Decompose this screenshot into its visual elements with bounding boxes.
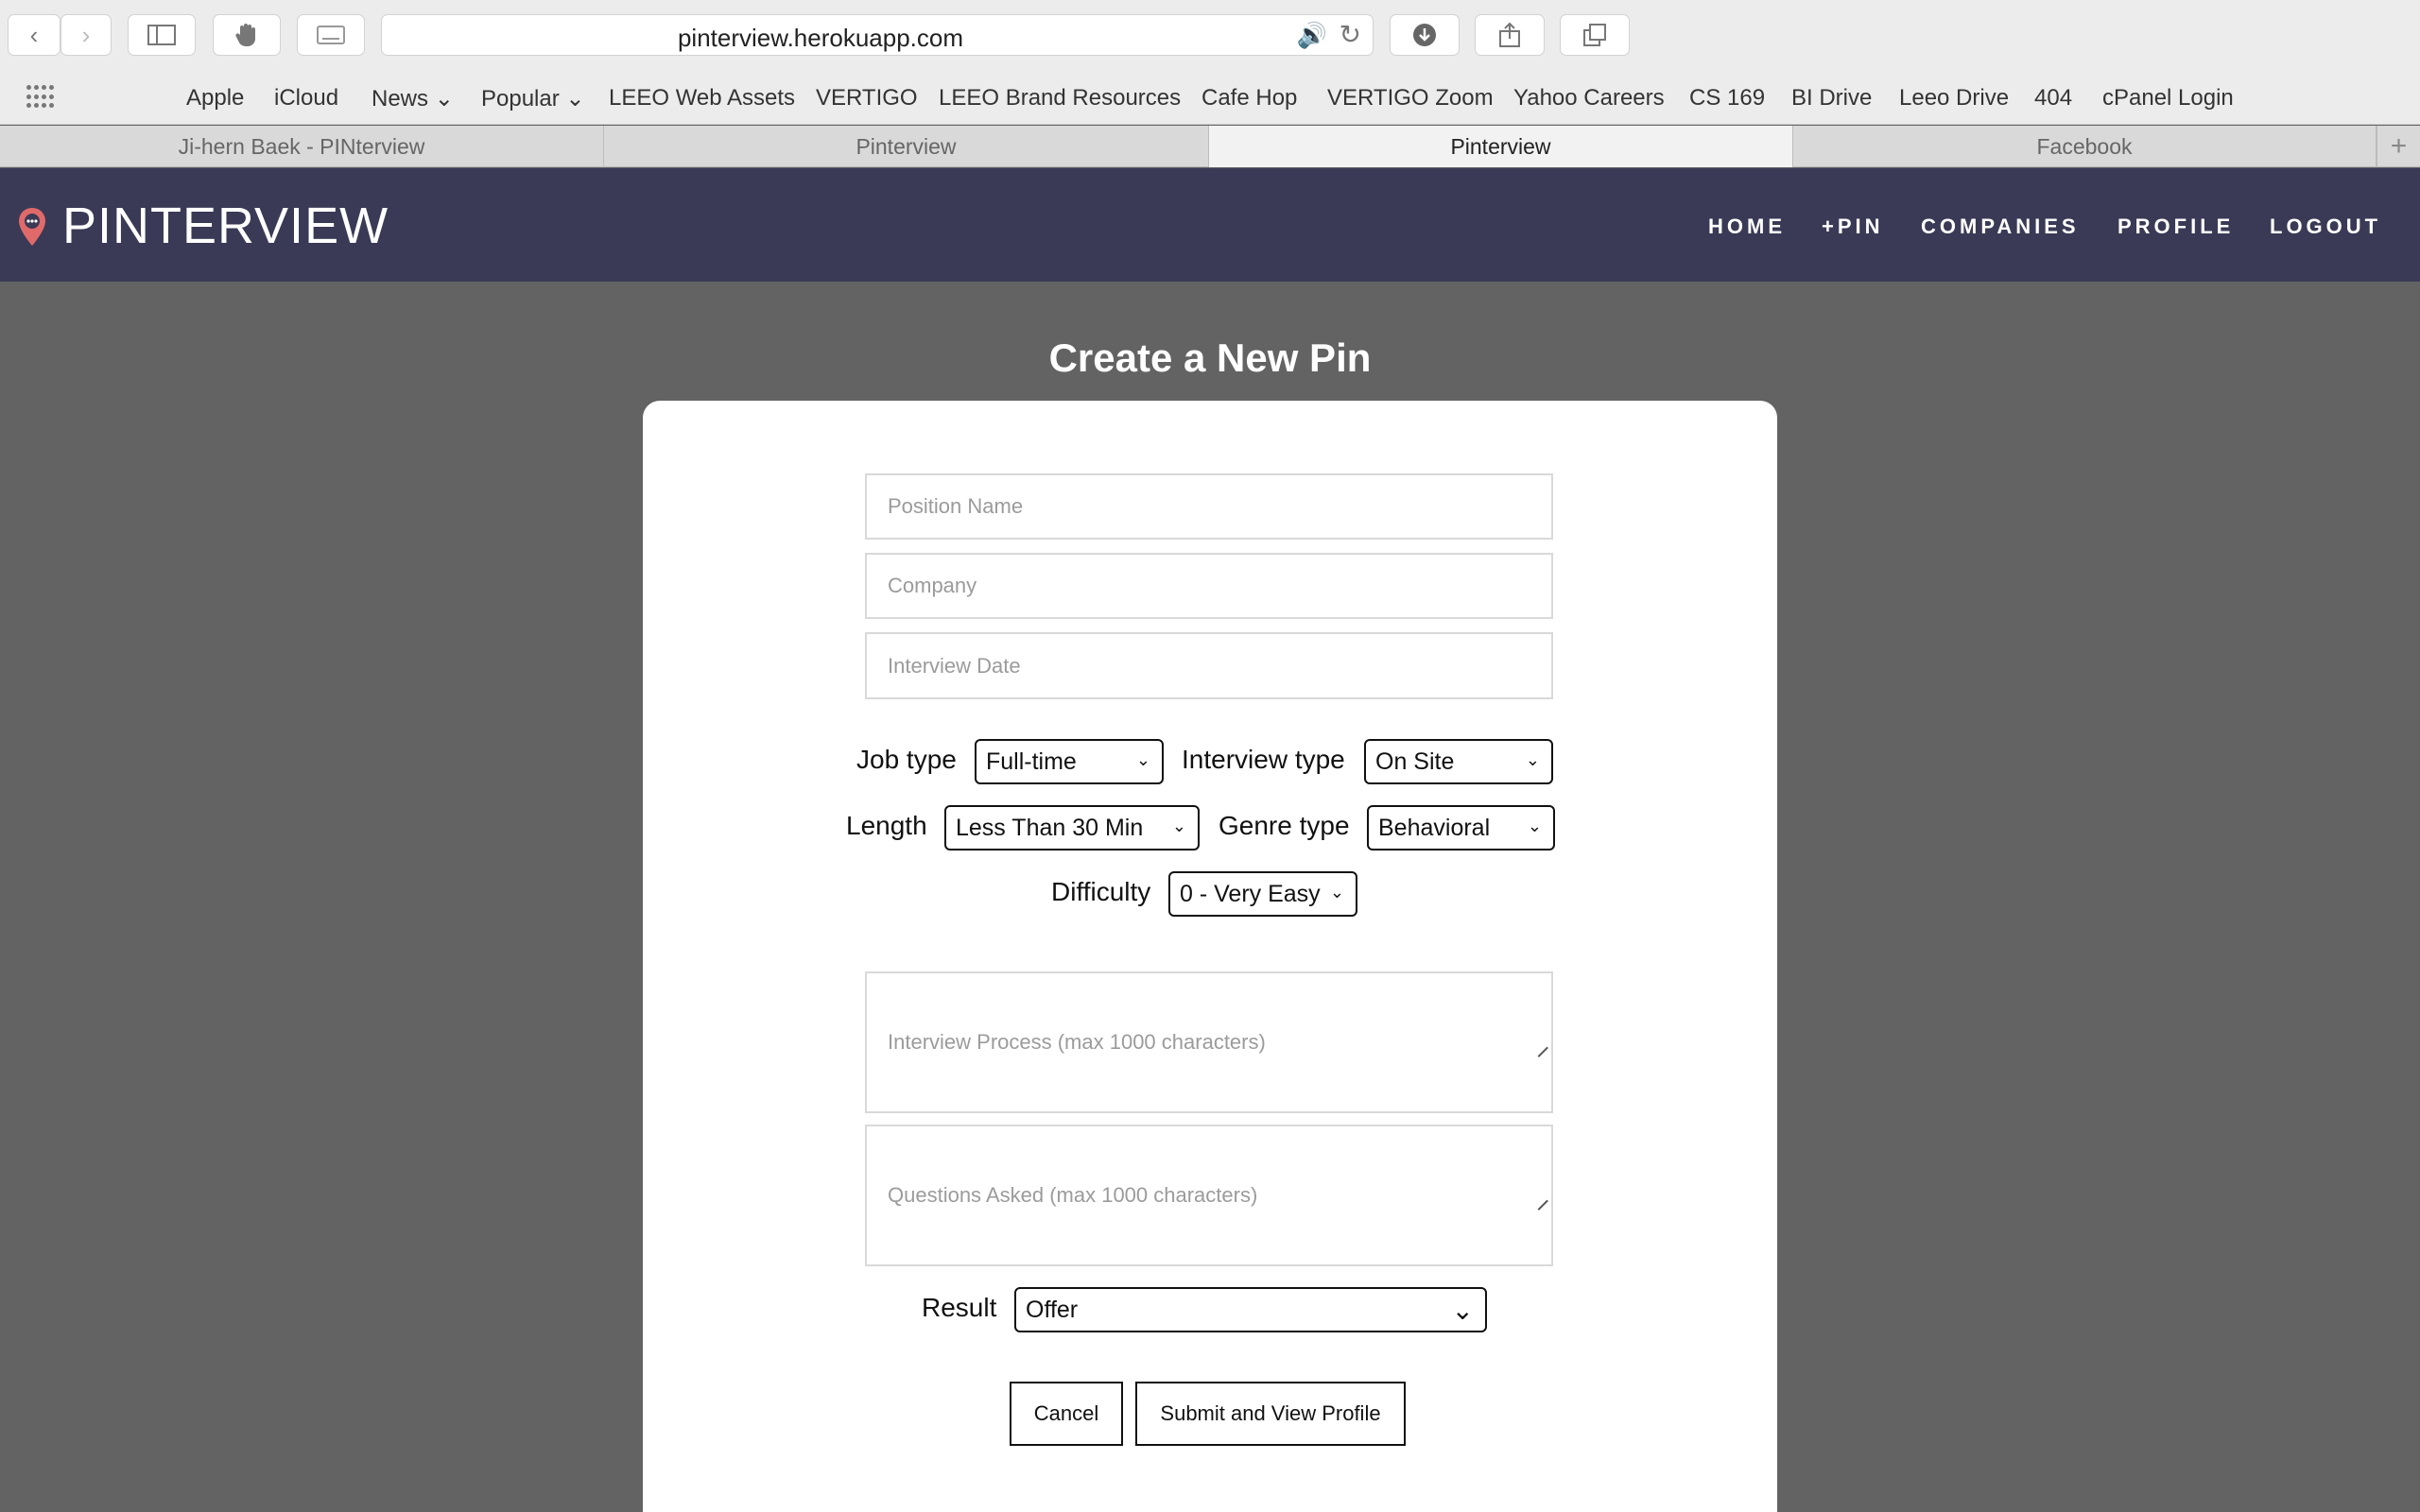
job-type-value: Full-time	[986, 747, 1077, 775]
nav-profile[interactable]: PROFILE	[2118, 215, 2234, 239]
speaker-icon[interactable]: 🔊	[1297, 21, 1327, 50]
difficulty-label: Difficulty	[1051, 877, 1151, 906]
interview-process-placeholder: Interview Process (max 1000 characters)	[888, 1030, 1266, 1054]
site-navbar: PINTERVIEW HOME +PIN COMPANIES PROFILE L…	[0, 168, 2420, 282]
new-tab-icon[interactable]: +	[2377, 126, 2420, 167]
position-name-input[interactable]: Position Name	[865, 473, 1553, 540]
chevron-down-icon: ⌄	[1329, 883, 1344, 902]
nav-logout[interactable]: LOGOUT	[2270, 215, 2381, 239]
bookmark-item[interactable]: cPanel Login	[2102, 85, 2234, 112]
difficulty-value: 0 - Very Easy	[1180, 880, 1321, 907]
chevron-down-icon: ⌄	[434, 86, 454, 112]
chevron-down-icon: ⌄	[1171, 816, 1186, 835]
page-title: Create a New Pin	[1048, 335, 1372, 380]
interview-type-select[interactable]: On Site ⌄	[1364, 739, 1553, 784]
length-value: Less Than 30 Min	[956, 814, 1144, 841]
company-input[interactable]: Company	[865, 553, 1553, 619]
bookmark-item[interactable]: 404	[2034, 85, 2072, 112]
map-pin-icon	[17, 206, 47, 252]
tabs-overview-icon[interactable]	[1560, 14, 1630, 56]
length-select[interactable]: Less Than 30 Min ⌄	[944, 805, 1200, 850]
interview-date-input[interactable]: Interview Date	[865, 632, 1553, 699]
apps-grid-icon[interactable]	[26, 85, 55, 110]
resize-handle-icon[interactable]	[1530, 1039, 1548, 1057]
submit-button[interactable]: Submit and View Profile	[1135, 1382, 1406, 1446]
result-value: Offer	[1026, 1296, 1079, 1323]
nav-home[interactable]: HOME	[1708, 215, 1786, 239]
site-logo[interactable]: PINTERVIEW	[62, 197, 389, 255]
bookmark-label: Popular	[481, 86, 560, 112]
bookmark-item[interactable]: Leeo Drive	[1899, 85, 2009, 112]
hand-icon[interactable]	[213, 14, 281, 56]
questions-asked-textarea[interactable]: Questions Asked (max 1000 characters)	[865, 1125, 1553, 1266]
bookmark-item[interactable]: LEEO Web Assets	[609, 85, 795, 112]
bookmark-item[interactable]: Popular ⌄	[481, 85, 585, 112]
result-label: Result	[922, 1293, 997, 1322]
bookmark-item[interactable]: Cafe Hop	[1201, 85, 1297, 112]
genre-type-value: Behavioral	[1378, 814, 1491, 841]
job-type-label: Job type	[856, 745, 957, 774]
bookmark-item[interactable]: LEEO Brand Resources	[939, 85, 1181, 112]
bookmark-item[interactable]: BI Drive	[1791, 85, 1872, 112]
url-text: pinterview.herokuapp.com	[677, 24, 964, 52]
download-icon[interactable]	[1390, 14, 1460, 56]
chevron-down-icon: ⌄	[565, 86, 585, 112]
chevron-down-icon: ⌄	[1135, 750, 1150, 769]
forward-icon[interactable]: ›	[60, 14, 112, 56]
chevron-down-icon: ⌄	[1525, 750, 1540, 769]
share-icon[interactable]	[1475, 14, 1545, 56]
genre-type-label: Genre type	[1219, 811, 1350, 840]
cancel-button[interactable]: Cancel	[1010, 1382, 1123, 1446]
interview-type-label: Interview type	[1182, 745, 1345, 774]
length-label: Length	[846, 811, 927, 840]
interview-type-value: On Site	[1375, 747, 1455, 775]
sidebar-icon[interactable]	[128, 14, 196, 56]
bookmark-item[interactable]: News ⌄	[372, 85, 454, 112]
genre-type-select[interactable]: Behavioral ⌄	[1367, 805, 1555, 850]
result-select[interactable]: Offer ⌄	[1014, 1287, 1487, 1332]
nav-add-pin[interactable]: +PIN	[1822, 215, 1884, 239]
address-bar[interactable]: pinterview.herokuapp.com 🔊 ↻	[381, 14, 1374, 56]
bookmark-item[interactable]: Apple	[186, 85, 244, 112]
interview-process-textarea[interactable]: Interview Process (max 1000 characters)	[865, 971, 1553, 1113]
bookmark-item[interactable]: CS 169	[1689, 85, 1765, 112]
back-icon[interactable]: ‹	[8, 14, 60, 56]
questions-asked-placeholder: Questions Asked (max 1000 characters)	[888, 1183, 1258, 1207]
browser-tab-active[interactable]: Pinterview	[1209, 126, 1793, 167]
browser-tab[interactable]: Facebook	[1793, 126, 2377, 167]
bookmark-item[interactable]: iCloud	[274, 85, 338, 112]
bookmarks-bar: Apple iCloud News ⌄ Popular ⌄ LEEO Web A…	[0, 72, 2420, 125]
keyboard-icon[interactable]	[297, 14, 365, 56]
chevron-down-icon: ⌄	[1451, 1296, 1474, 1325]
browser-toolbar: ‹ › pinterview.herokuapp.com 🔊 ↻	[0, 0, 2420, 72]
reload-icon[interactable]: ↻	[1340, 19, 1361, 50]
browser-tab-bar: Ji-hern Baek - PINterview Pinterview Pin…	[0, 126, 2420, 167]
bookmark-label: News	[372, 86, 429, 112]
browser-tab[interactable]: Pinterview	[604, 126, 1209, 167]
browser-tab[interactable]: Ji-hern Baek - PINterview	[0, 126, 604, 167]
difficulty-select[interactable]: 0 - Very Easy ⌄	[1168, 871, 1357, 917]
resize-handle-icon[interactable]	[1530, 1192, 1548, 1211]
bookmark-item[interactable]: Yahoo Careers	[1513, 85, 1665, 112]
job-type-select[interactable]: Full-time ⌄	[975, 739, 1164, 784]
nav-companies[interactable]: COMPANIES	[1921, 215, 2080, 239]
bookmark-item[interactable]: VERTIGO Zoom	[1327, 85, 1494, 112]
bookmark-item[interactable]: VERTIGO	[816, 85, 918, 112]
chevron-down-icon: ⌄	[1527, 816, 1542, 835]
